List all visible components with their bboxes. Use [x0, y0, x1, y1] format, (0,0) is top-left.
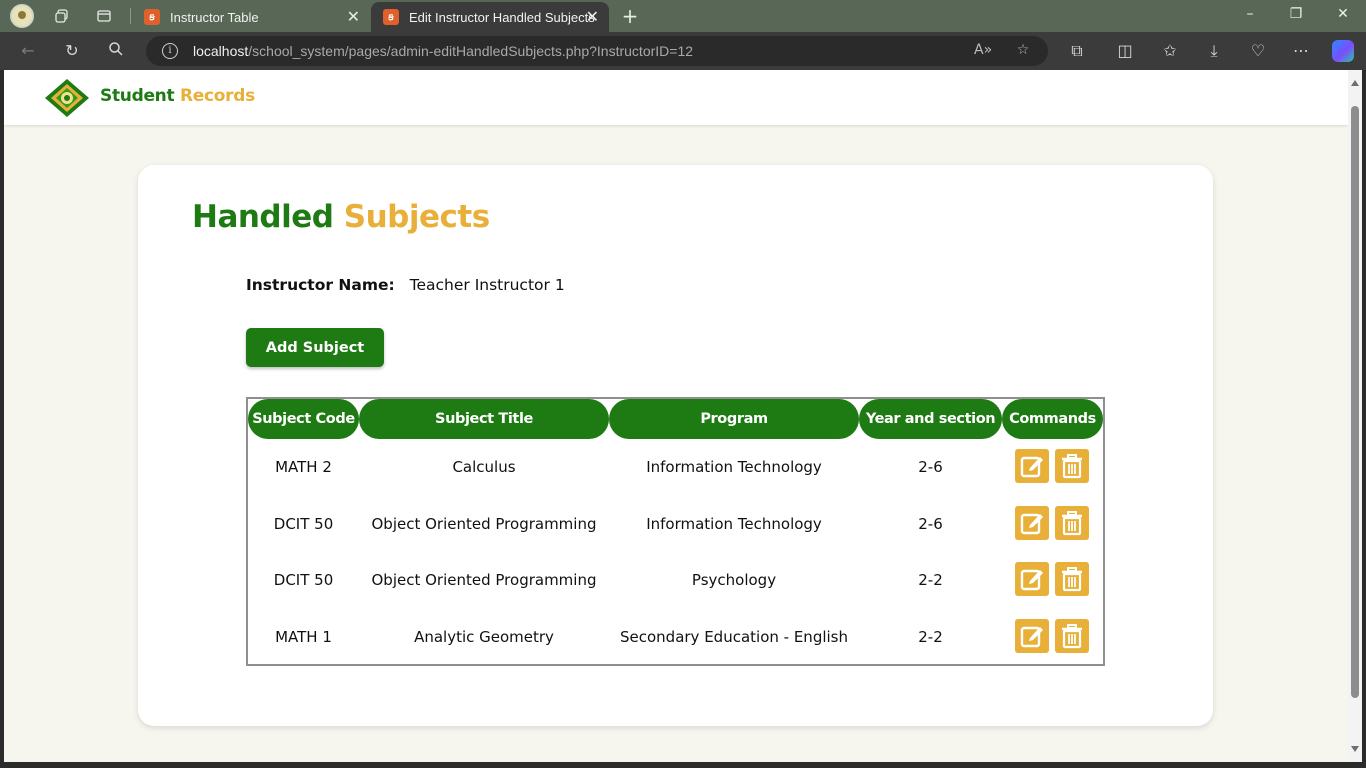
add-subject-button[interactable]: Add Subject	[246, 328, 384, 367]
restore-icon[interactable]: ❐	[1286, 6, 1306, 26]
edit-button[interactable]	[1015, 449, 1049, 483]
edit-icon	[1020, 513, 1043, 535]
split-screen-icon[interactable]: ◫	[1115, 41, 1135, 61]
brand-primary: Student	[100, 86, 175, 106]
xampp-favicon-icon: ꞩ	[383, 9, 399, 25]
cell-program: Information Technology	[646, 515, 822, 533]
url-path: /school_system/pages/admin-editHandledSu…	[248, 43, 694, 59]
address-bar[interactable]: i localhost/school_system/pages/admin-ed…	[146, 36, 1048, 66]
cell-subject-title: Object Oriented Programming	[371, 515, 597, 533]
instructor-label: Instructor Name:	[246, 276, 395, 294]
table-row: MATH 1 Analytic Geometry Secondary Educa…	[248, 617, 1103, 657]
tab-edit-handled-subjects[interactable]: ꞩ Edit Instructor Handled Subjects ✕	[371, 2, 609, 32]
cell-subject-code: MATH 2	[275, 458, 332, 476]
close-tab-icon[interactable]: ✕	[347, 7, 360, 27]
cell-subject-code: DCIT 50	[273, 515, 334, 533]
site-info-icon[interactable]: i	[162, 43, 178, 59]
scroll-thumb[interactable]	[1351, 106, 1359, 698]
instructor-name: Teacher Instructor 1	[409, 276, 565, 294]
cell-year-section: 2-6	[918, 458, 943, 476]
tab-instructor-table[interactable]: ꞩ Instructor Table ✕	[132, 2, 370, 32]
table-row: DCIT 50 Object Oriented Programming Info…	[248, 504, 1103, 544]
browser-toolbar: ← ↻ i localhost/school_system/pages/admi…	[0, 32, 1366, 70]
more-menu-icon[interactable]: ⋯	[1291, 41, 1311, 61]
delete-button[interactable]	[1055, 506, 1089, 540]
school-logo-icon	[45, 79, 89, 117]
page-viewport: Student Records Handled Subjects Instruc…	[4, 70, 1348, 762]
refresh-icon[interactable]: ↻	[62, 41, 82, 61]
tab-actions-icon[interactable]	[94, 6, 114, 26]
read-aloud-icon[interactable]: A»	[974, 42, 992, 60]
edit-button[interactable]	[1015, 506, 1049, 540]
page-title: Handled Subjects	[192, 199, 490, 235]
address-url[interactable]: localhost/school_system/pages/admin-edit…	[193, 43, 693, 59]
xampp-favicon-icon: ꞩ	[144, 9, 160, 25]
cell-year-section: 2-6	[918, 515, 943, 533]
delete-button[interactable]	[1055, 619, 1089, 653]
trash-icon	[1062, 454, 1082, 479]
trash-icon	[1062, 511, 1082, 536]
browser-titlebar: ꞩ Instructor Table ✕ ꞩ Edit Instructor H…	[0, 0, 1366, 32]
page-scrollbar[interactable]	[1348, 70, 1362, 762]
trash-icon	[1062, 567, 1082, 592]
tab-separator	[130, 8, 131, 24]
cell-subject-title: Object Oriented Programming	[371, 571, 597, 589]
edit-button[interactable]	[1015, 619, 1049, 653]
profile-avatar[interactable]	[10, 4, 34, 28]
extensions-icon[interactable]: ⧉	[1067, 41, 1087, 61]
close-window-icon[interactable]: ✕	[1333, 6, 1353, 26]
cell-program: Information Technology	[646, 458, 822, 476]
tab-title: Edit Instructor Handled Subjects	[409, 9, 595, 25]
delete-button[interactable]	[1055, 449, 1089, 483]
delete-button[interactable]	[1055, 562, 1089, 596]
cell-subject-title: Calculus	[452, 458, 516, 476]
table-row: DCIT 50 Object Oriented Programming Psyc…	[248, 560, 1103, 600]
edit-icon	[1020, 456, 1043, 478]
cell-program: Psychology	[691, 571, 777, 589]
brand-name[interactable]: Student Records	[100, 86, 255, 106]
cell-year-section: 2-2	[918, 571, 943, 589]
scroll-down-icon[interactable]	[1351, 746, 1359, 752]
header-subject-code: Subject Code	[248, 399, 359, 439]
title-secondary: Subjects	[343, 199, 490, 235]
minimize-icon[interactable]: –	[1240, 6, 1260, 26]
favorites-icon[interactable]: ✩	[1160, 41, 1180, 61]
edit-icon	[1020, 569, 1043, 591]
cell-subject-code: MATH 1	[275, 628, 332, 646]
table-header: Subject Code Subject Title Program Year …	[248, 399, 1103, 439]
scroll-up-icon[interactable]	[1351, 80, 1359, 86]
title-primary: Handled	[192, 199, 334, 235]
downloads-icon[interactable]: ⤓	[1204, 41, 1224, 61]
header-commands: Commands	[1002, 399, 1103, 439]
new-tab-icon[interactable]: +	[620, 4, 640, 28]
search-icon[interactable]	[106, 41, 126, 61]
tab-title: Instructor Table	[170, 9, 259, 25]
subjects-table: Subject Code Subject Title Program Year …	[246, 397, 1105, 666]
brand-secondary: Records	[179, 86, 255, 106]
edit-button[interactable]	[1015, 562, 1049, 596]
copilot-icon[interactable]	[1332, 40, 1354, 62]
browser-essentials-icon[interactable]: ♡	[1248, 41, 1268, 61]
table-row: MATH 2 Calculus Information Technology 2…	[248, 447, 1103, 487]
edit-icon	[1020, 626, 1043, 648]
header-year-section: Year and section	[859, 399, 1002, 439]
header-program: Program	[609, 399, 859, 439]
header-subject-title: Subject Title	[359, 399, 609, 439]
close-tab-icon[interactable]: ✕	[586, 7, 599, 27]
url-host: localhost	[193, 43, 249, 59]
workspaces-icon[interactable]	[52, 6, 72, 26]
cell-subject-title: Analytic Geometry	[414, 628, 554, 646]
trash-icon	[1062, 624, 1082, 649]
site-header: Student Records	[4, 70, 1348, 125]
instructor-info: Instructor Name: Teacher Instructor 1	[246, 276, 565, 294]
cell-subject-code: DCIT 50	[273, 571, 334, 589]
cell-program: Secondary Education - English	[620, 628, 848, 646]
cell-year-section: 2-2	[918, 628, 943, 646]
favorite-star-icon[interactable]: ☆	[1014, 42, 1032, 60]
handled-subjects-card: Handled Subjects Instructor Name: Teache…	[138, 165, 1213, 726]
back-icon[interactable]: ←	[18, 41, 38, 61]
